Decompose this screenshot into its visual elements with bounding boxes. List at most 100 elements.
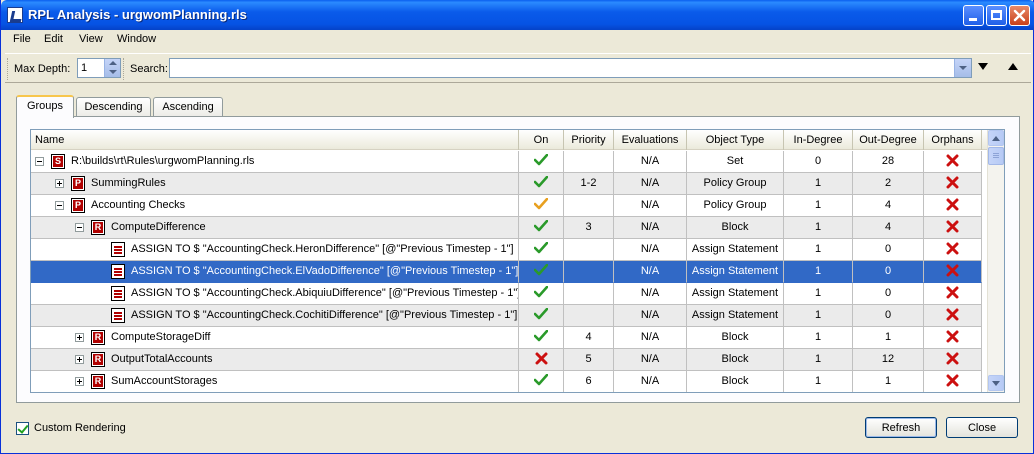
name-cell[interactable]: S R:\builds\rt\Rules\urgwomPlanning.rls xyxy=(31,151,519,173)
evaluations-cell[interactable]: N/A xyxy=(614,349,687,371)
table-row[interactable]: ASSIGN TO $ "AccountingCheck.ElVadoDiffe… xyxy=(31,261,989,283)
red-x-icon[interactable] xyxy=(535,352,548,365)
green-check-icon[interactable] xyxy=(534,330,548,342)
green-check-icon[interactable] xyxy=(534,308,548,320)
close-button[interactable]: Close xyxy=(946,417,1018,438)
toolbar-grip-2[interactable] xyxy=(123,58,126,80)
column-header-in-degree[interactable]: In-Degree xyxy=(784,130,853,150)
maximize-button[interactable] xyxy=(986,5,1007,26)
max-depth-spinner[interactable]: 1 xyxy=(77,58,121,78)
table-row[interactable]: ASSIGN TO $ "AccountingCheck.HeronDiffer… xyxy=(31,239,989,261)
column-header-orphans[interactable]: Orphans xyxy=(924,130,982,150)
menu-file[interactable]: File xyxy=(13,33,31,45)
on-cell[interactable] xyxy=(519,195,564,217)
object-type-cell[interactable]: Assign Statement xyxy=(687,261,784,283)
name-cell[interactable]: ASSIGN TO $ "AccountingCheck.HeronDiffer… xyxy=(31,239,519,261)
orphans-cell[interactable] xyxy=(924,261,982,283)
evaluations-cell[interactable]: N/A xyxy=(614,305,687,327)
green-check-icon[interactable] xyxy=(534,264,548,276)
table-row[interactable]: P SummingRules 1-2 N/A Policy Group 1 2 xyxy=(31,173,989,195)
column-header-priority[interactable]: Priority xyxy=(564,130,614,150)
evaluations-cell[interactable]: N/A xyxy=(614,173,687,195)
object-type-cell[interactable]: Set xyxy=(687,151,784,173)
priority-cell[interactable]: 4 xyxy=(564,327,614,349)
column-header-out-degree[interactable]: Out-Degree xyxy=(853,130,924,150)
in-degree-cell[interactable]: 1 xyxy=(784,217,853,239)
name-cell[interactable]: R OutputTotalAccounts xyxy=(31,349,519,371)
tab-groups[interactable]: Groups xyxy=(16,95,74,118)
out-degree-cell[interactable]: 0 xyxy=(853,239,924,261)
evaluations-cell[interactable]: N/A xyxy=(614,239,687,261)
out-degree-cell[interactable]: 4 xyxy=(853,217,924,239)
priority-cell[interactable]: 1-2 xyxy=(564,173,614,195)
on-cell[interactable] xyxy=(519,217,564,239)
evaluations-cell[interactable]: N/A xyxy=(614,195,687,217)
orphans-cell[interactable] xyxy=(924,173,982,195)
column-header-evaluations[interactable]: Evaluations xyxy=(614,130,687,150)
evaluations-cell[interactable]: N/A xyxy=(614,327,687,349)
table-row[interactable]: P Accounting Checks N/A Policy Group 1 4 xyxy=(31,195,989,217)
on-cell[interactable] xyxy=(519,349,564,371)
column-header-name[interactable]: Name xyxy=(31,130,519,150)
priority-cell[interactable]: 6 xyxy=(564,371,614,392)
object-type-cell[interactable]: Block xyxy=(687,327,784,349)
table-row[interactable]: S R:\builds\rt\Rules\urgwomPlanning.rls N/… xyxy=(31,151,989,173)
out-degree-cell[interactable]: 4 xyxy=(853,195,924,217)
out-degree-cell[interactable]: 2 xyxy=(853,173,924,195)
max-depth-value[interactable]: 1 xyxy=(81,62,87,74)
custom-rendering-checkbox[interactable] xyxy=(16,422,29,435)
object-type-cell[interactable]: Assign Statement xyxy=(687,283,784,305)
object-type-cell[interactable]: Assign Statement xyxy=(687,305,784,327)
column-header-on[interactable]: On xyxy=(519,130,564,150)
table-row[interactable]: R ComputeStorageDiff 4 N/A Block 1 1 xyxy=(31,327,989,349)
in-degree-cell[interactable]: 1 xyxy=(784,239,853,261)
in-degree-cell[interactable]: 1 xyxy=(784,173,853,195)
green-check-icon[interactable] xyxy=(534,220,548,232)
green-check-icon[interactable] xyxy=(534,176,548,188)
in-degree-cell[interactable]: 1 xyxy=(784,283,853,305)
name-cell[interactable]: ASSIGN TO $ "AccountingCheck.ElVadoDiffe… xyxy=(31,261,519,283)
priority-cell[interactable] xyxy=(564,283,614,305)
object-type-cell[interactable]: Assign Statement xyxy=(687,239,784,261)
on-cell[interactable] xyxy=(519,239,564,261)
evaluations-cell[interactable]: N/A xyxy=(614,217,687,239)
title-bar[interactable]: RPL Analysis - urgwomPlanning.rls xyxy=(1,0,1034,30)
find-next-arrow-icon[interactable] xyxy=(978,63,988,70)
spinner-arrows-icon[interactable] xyxy=(104,59,120,77)
find-previous-arrow-icon[interactable] xyxy=(1008,63,1018,70)
out-degree-cell[interactable]: 0 xyxy=(853,305,924,327)
collapse-icon[interactable] xyxy=(55,201,64,210)
green-check-icon[interactable] xyxy=(534,374,548,386)
tab-descending[interactable]: Descending xyxy=(76,97,151,117)
column-header-object-type[interactable]: Object Type xyxy=(687,130,784,150)
menu-edit[interactable]: Edit xyxy=(44,33,63,45)
expand-icon[interactable] xyxy=(55,179,64,188)
menu-window[interactable]: Window xyxy=(117,33,156,45)
evaluations-cell[interactable]: N/A xyxy=(614,261,687,283)
orphans-cell[interactable] xyxy=(924,217,982,239)
in-degree-cell[interactable]: 1 xyxy=(784,305,853,327)
evaluations-cell[interactable]: N/A xyxy=(614,283,687,305)
out-degree-cell[interactable]: 1 xyxy=(853,327,924,349)
priority-cell[interactable] xyxy=(564,151,614,173)
orphans-cell[interactable] xyxy=(924,151,982,173)
in-degree-cell[interactable]: 1 xyxy=(784,327,853,349)
priority-cell[interactable]: 5 xyxy=(564,349,614,371)
priority-cell[interactable] xyxy=(564,261,614,283)
orphans-cell[interactable] xyxy=(924,305,982,327)
green-check-icon[interactable] xyxy=(534,154,548,166)
table-row[interactable]: ASSIGN TO $ "AccountingCheck.AbiquiuDiff… xyxy=(31,283,989,305)
orphans-cell[interactable] xyxy=(924,239,982,261)
vertical-scrollbar[interactable] xyxy=(987,130,1004,392)
out-degree-cell[interactable]: 12 xyxy=(853,349,924,371)
table-row[interactable]: R SumAccountStorages 6 N/A Block 1 1 xyxy=(31,371,989,392)
collapse-icon[interactable] xyxy=(75,223,84,232)
on-cell[interactable] xyxy=(519,305,564,327)
search-dropdown-icon[interactable] xyxy=(954,59,971,77)
table-row[interactable]: R ComputeDifference 3 N/A Block 1 4 xyxy=(31,217,989,239)
green-check-icon[interactable] xyxy=(534,242,548,254)
priority-cell[interactable] xyxy=(564,195,614,217)
green-check-icon[interactable] xyxy=(534,286,548,298)
priority-cell[interactable] xyxy=(564,239,614,261)
orange-check-icon[interactable] xyxy=(534,198,548,210)
